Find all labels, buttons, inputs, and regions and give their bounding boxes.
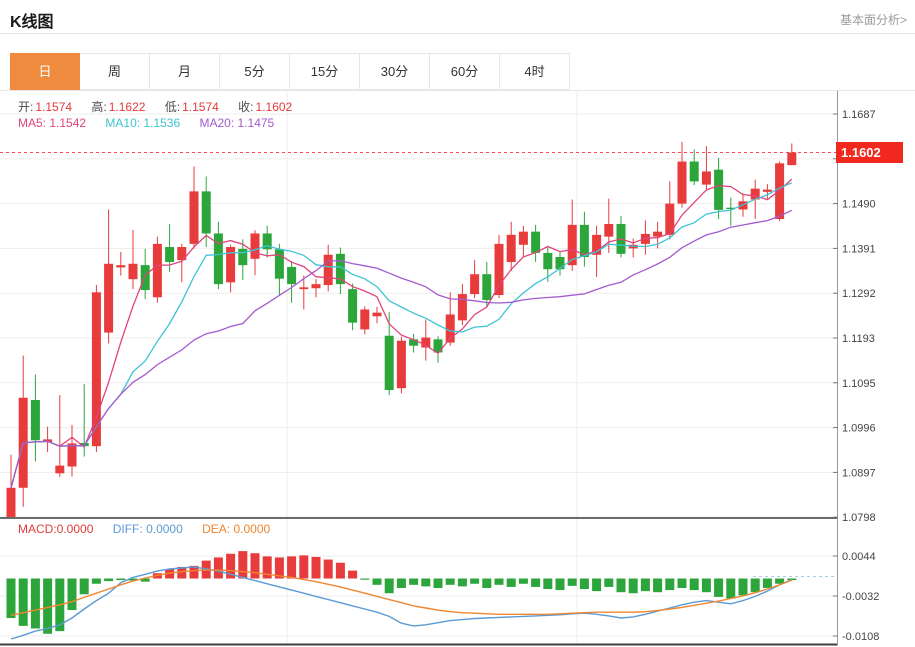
ma10-legend: MA10: 1.1536 xyxy=(105,116,180,130)
macd-layer xyxy=(7,551,797,639)
ma-legend: MA5: 1.1542 MA10: 1.1536 MA20: 1.1475 xyxy=(18,116,290,130)
ma5-line xyxy=(11,179,792,488)
tab-month[interactable]: 月 xyxy=(150,53,220,90)
tab-day[interactable]: 日 xyxy=(10,53,80,90)
svg-text:1.1490: 1.1490 xyxy=(842,199,876,211)
close-value: 1.1602 xyxy=(256,100,293,114)
svg-text:1.1095: 1.1095 xyxy=(842,378,876,390)
diff-value-legend: DIFF: 0.0000 xyxy=(113,522,183,536)
dea-line xyxy=(11,570,792,615)
svg-text:1.0897: 1.0897 xyxy=(842,467,876,479)
page-title: K线图 xyxy=(10,8,54,32)
tab-week[interactable]: 周 xyxy=(80,53,150,90)
kline-chart-area: 1.16871.15881.14901.13911.12921.11931.10… xyxy=(0,90,915,647)
svg-text:1.1391: 1.1391 xyxy=(842,243,876,255)
macd-legend: MACD:0.0000 DIFF: 0.0000 DEA: 0.0000 xyxy=(18,522,286,536)
svg-text:1.1292: 1.1292 xyxy=(842,288,876,300)
tab-30min[interactable]: 30分 xyxy=(360,53,430,90)
current-price-tag: 1.1602 xyxy=(836,142,903,163)
ma-lines-layer xyxy=(11,179,792,488)
open-value: 1.1574 xyxy=(35,100,72,114)
macd-value-legend: MACD:0.0000 xyxy=(18,522,93,536)
svg-text:1.0996: 1.0996 xyxy=(842,423,876,435)
svg-text:0.0044: 0.0044 xyxy=(842,551,876,563)
svg-text:-0.0108: -0.0108 xyxy=(842,631,879,643)
svg-text:1.0798: 1.0798 xyxy=(842,512,876,524)
grid-layer xyxy=(0,91,838,645)
tab-15min[interactable]: 15分 xyxy=(290,53,360,90)
open-label: 开: xyxy=(18,100,33,114)
high-value: 1.1622 xyxy=(109,100,146,114)
tab-4hour[interactable]: 4时 xyxy=(500,53,570,90)
ohlc-legend: 开:1.1574 高:1.1622 低:1.1574 收:1.1602 xyxy=(18,98,308,115)
high-label: 高: xyxy=(91,100,106,114)
svg-text:-0.0032: -0.0032 xyxy=(842,591,879,603)
header-divider xyxy=(0,33,915,34)
candles-layer xyxy=(7,142,797,524)
axis-layer: 1.16871.15881.14901.13911.12921.11931.10… xyxy=(0,91,879,646)
tab-60min[interactable]: 60分 xyxy=(430,53,500,90)
ma20-legend: MA20: 1.1475 xyxy=(199,116,274,130)
interval-tabbar: 日 周 月 5分 15分 30分 60分 4时 xyxy=(10,53,570,90)
low-value: 1.1574 xyxy=(182,100,219,114)
ma5-legend: MA5: 1.1542 xyxy=(18,116,86,130)
fundamental-analysis-link[interactable]: 基本面分析> xyxy=(840,11,907,28)
svg-text:1.1687: 1.1687 xyxy=(842,109,876,121)
low-label: 低: xyxy=(165,100,180,114)
svg-text:1.1193: 1.1193 xyxy=(842,333,875,345)
dea-value-legend: DEA: 0.0000 xyxy=(202,522,270,536)
close-label: 收: xyxy=(238,100,253,114)
tab-5min[interactable]: 5分 xyxy=(220,53,290,90)
kline-chart-canvas[interactable]: 1.16871.15881.14901.13911.12921.11931.10… xyxy=(0,91,915,647)
